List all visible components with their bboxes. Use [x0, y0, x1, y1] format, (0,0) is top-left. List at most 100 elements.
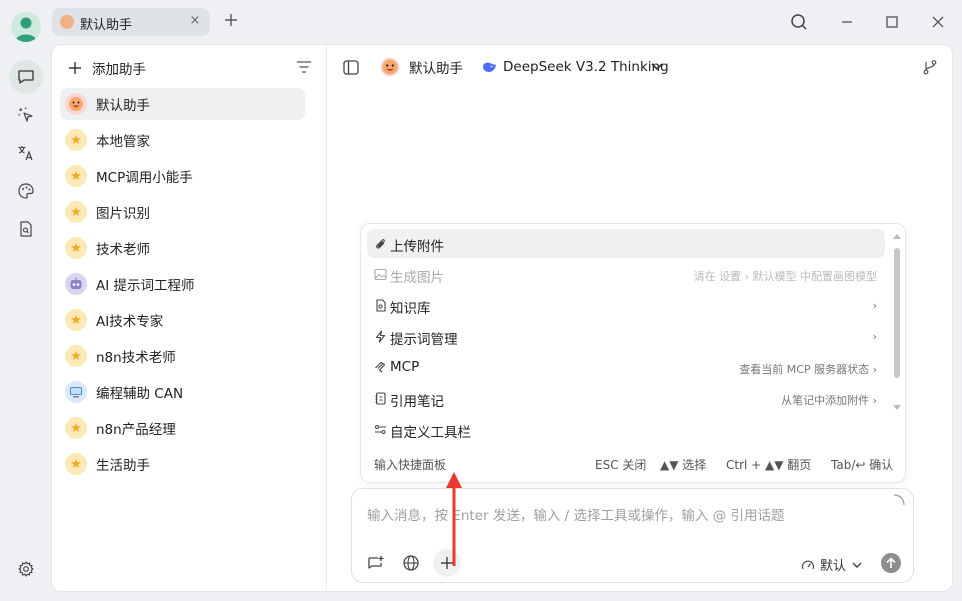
branch-button[interactable]	[922, 59, 938, 75]
assistant-item-n8n-pm[interactable]: ★ n8n产品经理	[60, 412, 305, 444]
panel-scrollbar[interactable]	[892, 232, 902, 412]
minimize-button[interactable]	[837, 12, 857, 32]
knowledge-icon	[376, 299, 386, 312]
tab-close-button[interactable]: ×	[188, 13, 202, 28]
panel-item-prompt-manager[interactable]: 提示词管理 ›	[367, 322, 885, 351]
search-icon	[791, 14, 807, 30]
assistant-item-mcp-helper[interactable]: ★ MCP调用小能手	[60, 160, 305, 192]
quick-input-panel: 上传附件 生成图片 请在 设置 › 默认模型 中配置画图模型 知识库 › 提示词…	[360, 223, 906, 483]
close-window-button[interactable]	[928, 12, 948, 32]
panel-item-quote-note[interactable]: 引用笔记 从笔记中添加附件 ›	[367, 384, 885, 413]
main-window: 添加助手 默认助手 ★ 本地管家 ★ MCP调用小能手 ★ 图片识别 ★ 技术老…	[51, 44, 953, 592]
plus-icon	[69, 62, 81, 74]
toolbar-icon	[375, 425, 386, 434]
assistant-item-local-butler[interactable]: ★ 本地管家	[60, 124, 305, 156]
face-emoji-icon	[60, 15, 74, 29]
model-dropdown-button[interactable]	[650, 61, 664, 73]
assistant-name: 图片识别	[96, 206, 150, 222]
scrollbar-thumb[interactable]	[894, 248, 900, 378]
panel-item-mcp[interactable]: MCP 查看当前 MCP 服务器状态 ›	[367, 353, 885, 382]
tab-default-assistant[interactable]: 默认助手 ×	[52, 8, 210, 36]
web-search-button[interactable]	[397, 549, 425, 577]
assistant-name: AI 提示词工程师	[96, 278, 195, 294]
panel-item-label: 知识库	[390, 301, 431, 317]
star-icon: ★	[65, 201, 87, 223]
assistant-item-default[interactable]: 默认助手	[60, 88, 305, 120]
shortcut-esc-hint: ESC 关闭	[595, 458, 647, 472]
panel-item-label: 提示词管理	[390, 332, 458, 348]
sort-filter-button[interactable]	[296, 60, 312, 74]
assistant-item-n8n-teacher[interactable]: ★ n8n技术老师	[60, 340, 305, 372]
add-assistant-button[interactable]: 添加助手	[68, 57, 146, 79]
minimize-icon	[842, 21, 852, 23]
scroll-down-icon	[893, 405, 901, 410]
resize-handle[interactable]	[893, 494, 905, 506]
robot-icon	[65, 273, 87, 295]
resize-corner-icon	[893, 494, 905, 506]
computer-icon	[65, 381, 87, 403]
star-icon: ★	[65, 417, 87, 439]
message-input-placeholder[interactable]: 输入消息，按 Enter 发送，输入 / 选择工具或操作，输入 @ 引用话题	[367, 504, 785, 524]
star-icon: ★	[65, 129, 87, 151]
search-button[interactable]	[789, 12, 809, 32]
user-avatar-icon	[15, 17, 37, 42]
message-input-box[interactable]: 输入消息，按 Enter 发送，输入 / 选择工具或操作，输入 @ 引用话题 默…	[351, 488, 914, 583]
rail-paint-button[interactable]	[9, 174, 43, 208]
shortcut-page-hint: Ctrl + ▲▼ 翻页	[726, 458, 812, 472]
assistant-item-life-helper[interactable]: ★ 生活助手	[60, 448, 305, 480]
tab-label: 默认助手	[80, 18, 133, 33]
chevron-right-icon: ›	[872, 299, 877, 312]
assistant-name: 技术老师	[96, 242, 150, 258]
add-assistant-label: 添加助手	[92, 62, 146, 78]
chevron-down-icon	[852, 562, 862, 568]
new-topic-button[interactable]	[362, 549, 390, 577]
assistant-name: AI技术专家	[96, 314, 164, 330]
rail-chat-button[interactable]	[9, 60, 43, 94]
panel-item-hint: 从笔记中添加附件 ›	[781, 394, 877, 407]
assistant-item-tech-teacher[interactable]: ★ 技术老师	[60, 232, 305, 264]
globe-icon	[403, 555, 419, 571]
shortcut-select-hint: ▲▼ 选择	[660, 458, 707, 472]
panel-item-upload-attachment[interactable]: 上传附件	[367, 229, 885, 258]
assistant-item-image-recognition[interactable]: ★ 图片识别	[60, 196, 305, 228]
assistant-item-ai-expert[interactable]: ★ AI技术专家	[60, 304, 305, 336]
gear-icon	[18, 561, 34, 577]
model-mode-select[interactable]: 默认	[801, 555, 863, 574]
assistant-name: n8n产品经理	[96, 422, 176, 438]
panel-item-hint: 请在 设置 › 默认模型 中配置画图模型	[693, 270, 877, 283]
rail-agents-button[interactable]	[9, 98, 43, 132]
shortcut-confirm-hint: Tab/↩ 确认	[831, 458, 894, 472]
toggle-sidebar-button[interactable]	[343, 60, 359, 75]
assistant-name: 默认助手	[96, 98, 150, 114]
panel-item-knowledge-base[interactable]: 知识库 ›	[367, 291, 885, 320]
rail-settings-button[interactable]	[9, 552, 43, 586]
plus-icon	[225, 14, 237, 26]
send-button[interactable]	[881, 553, 901, 573]
assistant-name: 本地管家	[96, 134, 150, 150]
panel-item-custom-toolbar[interactable]: 自定义工具栏	[367, 415, 885, 444]
assistant-item-prompt-engineer[interactable]: AI 提示词工程师	[60, 268, 305, 300]
panel-item-generate-image: 生成图片 请在 设置 › 默认模型 中配置画图模型	[367, 260, 885, 289]
palette-icon	[18, 183, 34, 199]
model-selector[interactable]: DeepSeek V3.2 Thinking	[503, 59, 669, 75]
sidebar-toggle-icon	[343, 60, 359, 75]
rail-translate-button[interactable]	[9, 136, 43, 170]
chat-add-icon	[368, 556, 384, 569]
title-bar: 默认助手 ×	[0, 0, 962, 44]
translate-icon	[18, 146, 33, 161]
panel-item-label: 上传附件	[390, 239, 444, 255]
git-branch-icon	[923, 60, 937, 75]
maximize-button[interactable]	[882, 12, 902, 32]
rail-files-button[interactable]	[9, 212, 43, 246]
current-assistant[interactable]: 默认助手	[380, 57, 463, 77]
paperclip-icon	[376, 239, 385, 249]
user-avatar[interactable]	[11, 12, 41, 42]
star-icon: ★	[65, 165, 87, 187]
face-emoji-icon	[380, 57, 400, 77]
note-icon	[375, 392, 386, 405]
new-tab-button[interactable]	[222, 11, 240, 29]
face-emoji-icon	[65, 93, 87, 115]
assistant-item-coding-can[interactable]: 编程辅助 CAN	[60, 376, 305, 408]
assistant-name: 编程辅助 CAN	[96, 386, 184, 402]
annotation-arrow-icon	[446, 472, 462, 566]
